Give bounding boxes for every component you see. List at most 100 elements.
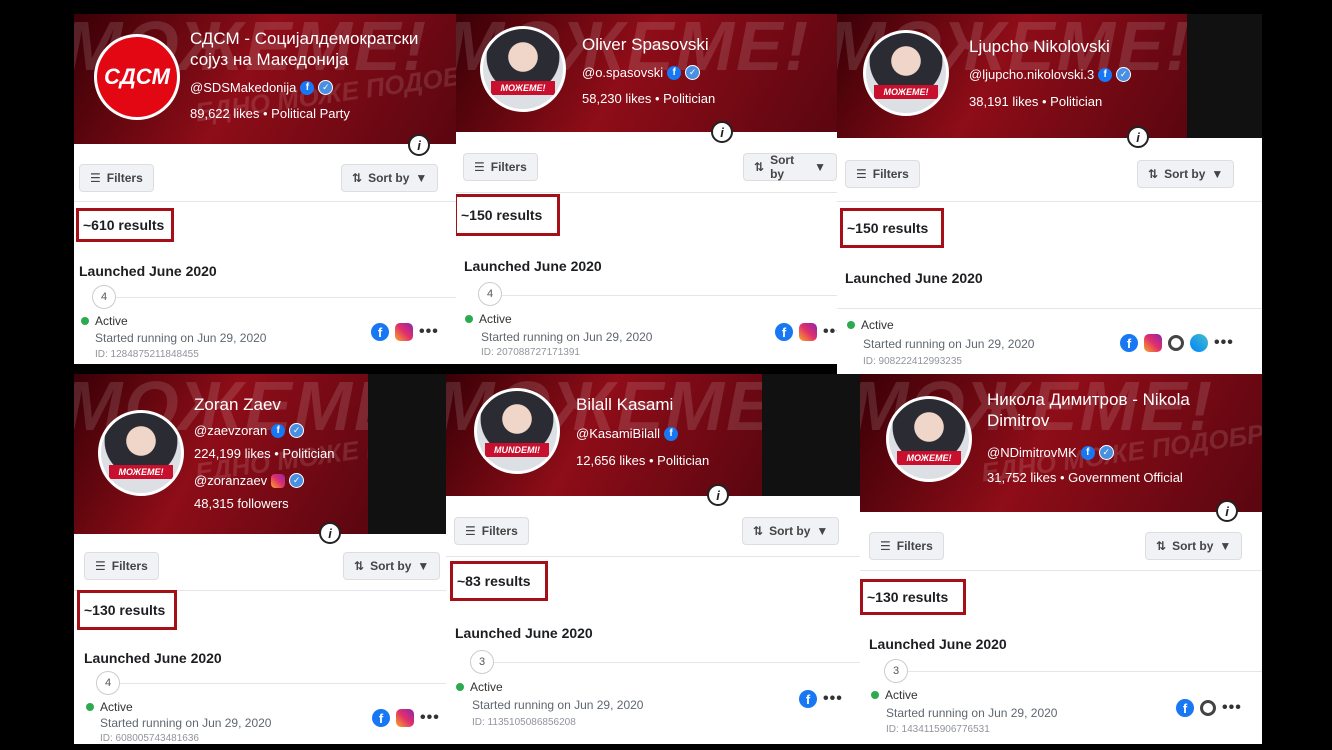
divider	[114, 297, 456, 298]
ad-id: ID: 908222412993235	[863, 356, 962, 367]
started-running: Started running on Jun 29, 2020	[472, 698, 644, 712]
sort-by-button[interactable]: ⇅ Sort by ▼	[343, 552, 441, 580]
results-count: ~150 results	[840, 208, 944, 248]
page-name[interactable]: СДСМ - Социјалдемократски сојуз на Македо…	[190, 28, 418, 70]
info-icon[interactable]: i	[711, 121, 733, 143]
status-active: Active	[456, 680, 503, 694]
filters-icon: ☰	[474, 160, 485, 174]
ad-id: ID: 608005743481636	[100, 733, 199, 744]
info-icon[interactable]: i	[408, 134, 430, 156]
ad-count-badge: 3	[470, 650, 494, 674]
more-options-icon[interactable]: •••	[1222, 699, 1242, 717]
page-likes: 224,199 likes • Politician	[194, 446, 335, 461]
divider	[900, 671, 1262, 672]
sort-icon: ⇅	[1148, 167, 1159, 181]
ad-library-panel-dimitrov: МОЖЕМЕ! ЕДНО МОЖЕ ПОДОБРО. МОЖЕМЕ! Никол…	[860, 374, 1262, 744]
more-options-icon[interactable]: •••	[1214, 334, 1234, 352]
page-name[interactable]: Bilall Kasami	[576, 394, 673, 415]
facebook-icon: f	[1080, 445, 1095, 460]
ad-id: ID: 1284875211848455	[95, 349, 199, 360]
filters-button[interactable]: ☰ Filters	[463, 153, 538, 181]
started-running: Started running on Jun 29, 2020	[100, 716, 272, 730]
filters-icon: ☰	[90, 171, 101, 185]
more-options-icon[interactable]: •••	[420, 709, 440, 727]
filters-button[interactable]: ☰ Filters	[79, 164, 154, 192]
sort-by-button[interactable]: ⇅ Sort by ▼	[743, 153, 837, 181]
facebook-icon: f	[371, 323, 389, 341]
instagram-handle: @zoranzaev ✓	[194, 473, 305, 488]
filters-button[interactable]: ☰ Filters	[454, 517, 529, 545]
facebook-icon: f	[300, 80, 315, 95]
page-handle: @SDSMakedonija f ✓	[190, 80, 334, 95]
verified-icon: ✓	[289, 423, 305, 438]
verified-icon: ✓	[318, 80, 334, 95]
info-icon[interactable]: i	[707, 484, 729, 506]
divider	[837, 308, 1262, 309]
banner-edge	[368, 374, 446, 534]
ad-id: ID: 1434115906776531	[886, 724, 990, 735]
facebook-icon: f	[372, 709, 390, 727]
page-handle: @NDimitrovMK f ✓	[987, 445, 1114, 460]
active-dot-icon	[81, 317, 89, 325]
results-count: ~610 results	[76, 208, 174, 242]
instagram-icon	[799, 323, 817, 341]
filters-button[interactable]: ☰ Filters	[84, 552, 159, 580]
started-running: Started running on Jun 29, 2020	[863, 337, 1035, 351]
info-icon[interactable]: i	[1216, 500, 1238, 522]
filters-button[interactable]: ☰ Filters	[869, 532, 944, 560]
ad-id: ID: 1135105086856208	[472, 717, 576, 728]
avatar[interactable]: МОЖЕМЕ!	[886, 396, 972, 482]
more-options-icon[interactable]: •••	[823, 690, 843, 708]
avatar-tag: МОЖЕМЕ!	[491, 81, 555, 95]
info-icon[interactable]: i	[1127, 126, 1149, 148]
party-logo: СДСМ	[104, 64, 170, 89]
verified-icon: ✓	[1116, 67, 1132, 82]
sort-by-button[interactable]: ⇅ Sort by ▼	[1137, 160, 1235, 188]
launched-heading: Launched June 2020	[84, 650, 222, 666]
active-dot-icon	[86, 703, 94, 711]
sort-by-button[interactable]: ⇅ Sort by ▼	[1145, 532, 1243, 560]
page-name[interactable]: Oliver Spasovski	[582, 34, 709, 55]
results-count: ~150 results	[456, 194, 560, 236]
status-active: Active	[871, 688, 918, 702]
launched-heading: Launched June 2020	[845, 270, 983, 286]
platform-icons: f •••	[371, 323, 439, 341]
avatar[interactable]: СДСМ	[94, 34, 180, 120]
facebook-icon: f	[1120, 334, 1138, 352]
instagram-icon	[1144, 334, 1162, 352]
instagram-icon	[396, 709, 414, 727]
chevron-down-icon: ▼	[816, 524, 829, 538]
page-handle: @o.spasovski f ✓	[582, 65, 701, 80]
launched-heading: Launched June 2020	[79, 263, 217, 279]
divider	[74, 201, 456, 202]
ad-library-panel-spasovski: МОЖЕМЕ! МОЖЕМЕ! Oliver Spasovski @o.spas…	[456, 14, 837, 364]
avatar[interactable]: МОЖЕМЕ!	[480, 26, 566, 112]
ad-count-badge: 3	[884, 659, 908, 683]
filters-icon: ☰	[856, 167, 867, 181]
chevron-down-icon: ▼	[417, 559, 430, 573]
avatar[interactable]: МОЖЕМЕ!	[863, 30, 949, 116]
sort-by-button[interactable]: ⇅ Sort by ▼	[742, 517, 840, 545]
page-name[interactable]: Ljupcho Nikolovski	[969, 36, 1110, 57]
sort-by-button[interactable]: ⇅ Sort by ▼	[341, 164, 439, 192]
chevron-down-icon: ▼	[415, 171, 428, 185]
platform-icons: f •••	[1120, 334, 1234, 352]
more-options-icon[interactable]: •••	[823, 323, 837, 341]
results-count: ~130 results	[860, 579, 966, 615]
page-name[interactable]: Zoran Zaev	[194, 394, 281, 415]
status-active: Active	[81, 314, 128, 328]
filters-button[interactable]: ☰ Filters	[845, 160, 920, 188]
page-name[interactable]: Никола Димитров - Nikola Dimitrov	[987, 389, 1190, 431]
page-likes: 12,656 likes • Politician	[576, 453, 710, 468]
avatar[interactable]: MUNDEMI!	[474, 388, 560, 474]
divider	[496, 295, 837, 296]
avatar[interactable]: МОЖЕМЕ!	[98, 410, 184, 496]
info-icon[interactable]: i	[319, 522, 341, 544]
page-likes: 31,752 likes • Government Official	[987, 470, 1183, 485]
more-options-icon[interactable]: •••	[419, 323, 439, 341]
active-dot-icon	[465, 315, 473, 323]
chevron-down-icon: ▼	[814, 160, 826, 174]
platform-icons: f •••	[372, 709, 440, 727]
divider	[446, 556, 860, 557]
ad-count-badge: 4	[478, 282, 502, 306]
